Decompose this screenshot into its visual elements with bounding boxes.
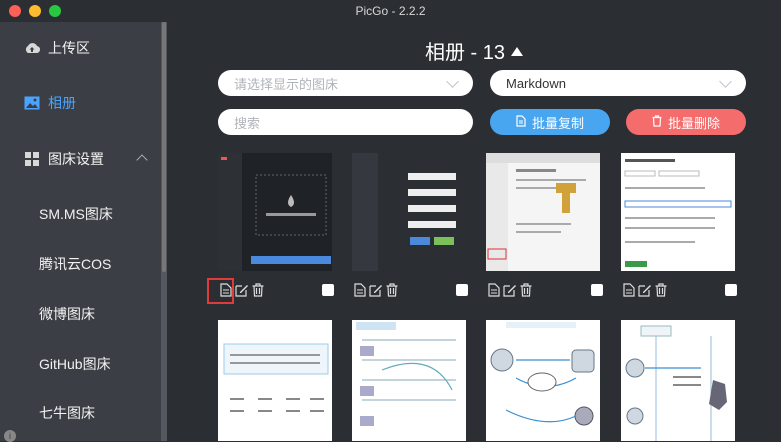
sidebar-item-picbed-settings[interactable]: 图床设置 bbox=[0, 141, 160, 177]
gallery-thumbnail[interactable] bbox=[352, 320, 466, 441]
highlight-box bbox=[207, 278, 234, 304]
gallery-thumbnail[interactable] bbox=[621, 320, 735, 441]
sidebar-item-upload[interactable]: 上传区 bbox=[0, 30, 160, 66]
search-input[interactable]: 搜索 bbox=[218, 109, 473, 135]
batch-copy-button[interactable]: 批量复制 bbox=[490, 109, 610, 135]
select-checkbox[interactable] bbox=[591, 284, 603, 296]
delete-icon[interactable] bbox=[519, 283, 533, 297]
batch-copy-label: 批量复制 bbox=[531, 115, 584, 131]
thumbnail-actions bbox=[487, 283, 533, 297]
delete-icon[interactable] bbox=[385, 283, 399, 297]
sidebar: 上传区 相册 图床设置 SM.MS图床 腾讯云COS 微博图床 GitHub图床… bbox=[0, 22, 167, 441]
grid-icon bbox=[24, 151, 40, 167]
minimize-window-button[interactable] bbox=[29, 5, 41, 17]
chevron-up-icon bbox=[136, 154, 148, 166]
window-controls bbox=[9, 5, 61, 17]
gallery-thumbnail[interactable] bbox=[621, 153, 735, 271]
edit-icon[interactable] bbox=[369, 283, 383, 297]
title-bar: PicGo - 2.2.2 bbox=[0, 0, 781, 22]
window-title: PicGo - 2.2.2 bbox=[355, 4, 426, 18]
scrollbar-thumb[interactable] bbox=[162, 22, 166, 272]
cloud-upload-icon bbox=[24, 40, 40, 56]
delete-icon[interactable] bbox=[251, 283, 265, 297]
sidebar-item-smms[interactable]: SM.MS图床 bbox=[39, 204, 113, 224]
format-select-value: Markdown bbox=[506, 75, 566, 91]
sidebar-item-label: 图床设置 bbox=[48, 151, 104, 167]
document-icon bbox=[516, 114, 526, 130]
search-placeholder: 搜索 bbox=[234, 115, 261, 131]
copy-link-icon[interactable] bbox=[487, 283, 501, 297]
thumbnail-actions bbox=[353, 283, 399, 297]
batch-delete-label: 批量删除 bbox=[667, 115, 720, 131]
picbed-select-placeholder: 请选择显示的图床 bbox=[234, 76, 339, 92]
edit-icon[interactable] bbox=[503, 283, 517, 297]
sidebar-item-label: 上传区 bbox=[48, 40, 90, 56]
sidebar-item-gallery[interactable]: 相册 bbox=[0, 85, 160, 121]
chevron-down-icon bbox=[719, 74, 732, 88]
edit-icon[interactable] bbox=[235, 283, 249, 297]
select-checkbox[interactable] bbox=[456, 284, 468, 296]
edit-icon[interactable] bbox=[638, 283, 652, 297]
info-icon[interactable]: i bbox=[4, 430, 16, 442]
delete-icon[interactable] bbox=[654, 283, 668, 297]
gallery-thumbnail[interactable] bbox=[352, 153, 466, 271]
format-select[interactable]: Markdown bbox=[490, 70, 746, 96]
gallery-thumbnail[interactable] bbox=[486, 153, 600, 271]
caret-up-icon[interactable] bbox=[511, 47, 524, 56]
gallery-count-title: 相册 - 13 bbox=[424, 42, 506, 64]
sidebar-item-weibo[interactable]: 微博图床 bbox=[39, 304, 95, 324]
maximize-window-button[interactable] bbox=[49, 5, 61, 17]
sidebar-item-tencent-cos[interactable]: 腾讯云COS bbox=[39, 254, 111, 274]
gallery-thumbnail[interactable] bbox=[486, 320, 600, 441]
batch-delete-button[interactable]: 批量删除 bbox=[626, 109, 746, 135]
thumbnail-actions bbox=[622, 283, 668, 297]
page-title: 相册 - 13 bbox=[167, 36, 781, 65]
trash-icon bbox=[652, 114, 662, 130]
select-checkbox[interactable] bbox=[725, 284, 737, 296]
copy-link-icon[interactable] bbox=[353, 283, 367, 297]
select-checkbox[interactable] bbox=[322, 284, 334, 296]
chevron-down-icon bbox=[446, 74, 459, 88]
sidebar-item-qiniu[interactable]: 七牛图床 bbox=[39, 403, 95, 423]
sidebar-item-github[interactable]: GitHub图床 bbox=[39, 354, 111, 374]
copy-link-icon[interactable] bbox=[622, 283, 636, 297]
gallery-thumbnail[interactable] bbox=[218, 320, 332, 441]
image-icon bbox=[24, 95, 40, 111]
sidebar-item-label: 相册 bbox=[48, 95, 76, 111]
gallery-thumbnail[interactable] bbox=[218, 153, 332, 271]
close-window-button[interactable] bbox=[9, 5, 21, 17]
picbed-select[interactable]: 请选择显示的图床 bbox=[218, 70, 473, 96]
